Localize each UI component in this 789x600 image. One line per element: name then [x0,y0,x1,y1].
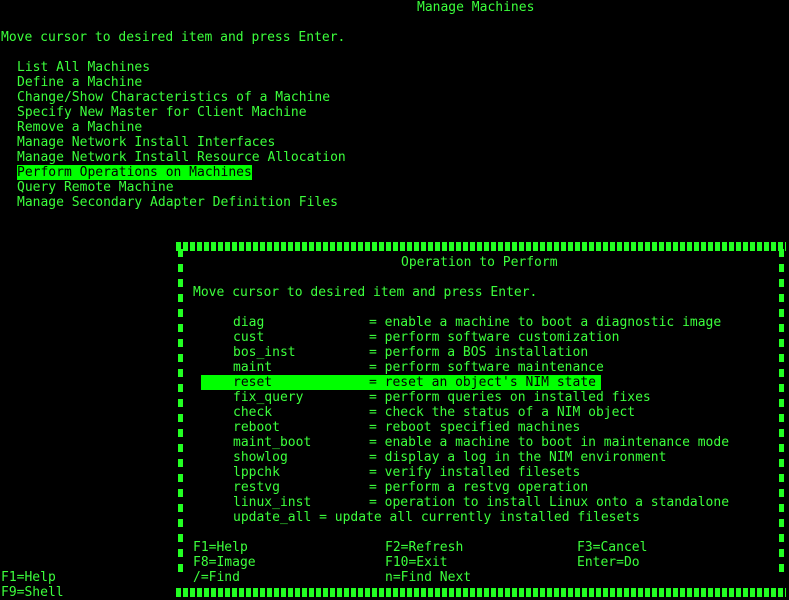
op-desc-diag[interactable]: = enable a machine to boot a diagnostic … [369,315,721,330]
op-name-maint-boot[interactable]: maint_boot [233,435,311,450]
popup-key-refresh[interactable]: F2=Refresh [385,540,463,555]
popup-key-find-next[interactable]: n=Find Next [385,570,471,585]
instruction-text: Move cursor to desired item and press En… [1,30,346,45]
op-name-check[interactable]: check [233,405,272,420]
op-name-fix-query[interactable]: fix_query [233,390,303,405]
menu-item-manage-secondary-adapter[interactable]: Manage Secondary Adapter Definition File… [17,195,338,210]
function-key-help[interactable]: F1=Help [1,570,56,585]
popup-key-help[interactable]: F1=Help [193,540,248,555]
op-name-bos-inst[interactable]: bos_inst [233,345,296,360]
op-desc-check[interactable]: = check the status of a NIM object [369,405,635,420]
popup-border-bottom [176,588,786,597]
op-desc-fix-query[interactable]: = perform queries on installed fixes [369,390,651,405]
function-key-shell[interactable]: F9=Shell [1,585,64,600]
op-desc-maint[interactable]: = perform software maintenance [369,360,604,375]
popup-border-right [779,249,784,579]
menu-item-specify-new-master[interactable]: Specify New Master for Client Machine [17,105,307,120]
menu-item-change-show-characteristics[interactable]: Change/Show Characteristics of a Machine [17,90,330,105]
op-name-linux-inst[interactable]: linux_inst [233,495,311,510]
op-desc-restvg[interactable]: = perform a restvg operation [369,480,588,495]
op-desc-linux-inst[interactable]: = operation to install Linux onto a stan… [369,495,729,510]
popup-key-exit[interactable]: F10=Exit [385,555,448,570]
op-name-reboot[interactable]: reboot [233,420,280,435]
popup-instruction: Move cursor to desired item and press En… [193,285,538,300]
op-name-lppchk[interactable]: lppchk [233,465,280,480]
popup-key-enter-do[interactable]: Enter=Do [577,555,640,570]
menu-item-list-all-machines[interactable]: List All Machines [17,60,150,75]
op-name-diag[interactable]: diag [233,315,264,330]
popup-key-image[interactable]: F8=Image [193,555,256,570]
menu-item-manage-network-install-resource-allocation[interactable]: Manage Network Install Resource Allocati… [17,150,346,165]
op-desc-bos-inst[interactable]: = perform a BOS installation [369,345,588,360]
menu-item-manage-network-install-interfaces[interactable]: Manage Network Install Interfaces [17,135,275,150]
popup-key-find[interactable]: /=Find [193,570,240,585]
op-update-all[interactable]: update_all = update all currently instal… [233,510,640,525]
op-desc-maint-boot[interactable]: = enable a machine to boot in maintenanc… [369,435,729,450]
operation-popup: Operation to Perform Move cursor to desi… [176,240,789,599]
menu-item-define-machine[interactable]: Define a Machine [17,75,142,90]
op-desc-reset[interactable]: = reset an object's NIM state [369,375,596,390]
popup-border-left [178,249,183,579]
popup-key-cancel[interactable]: F3=Cancel [577,540,647,555]
op-desc-reboot[interactable]: = reboot specified machines [369,420,580,435]
op-desc-cust[interactable]: = perform software customization [369,330,619,345]
popup-title: Operation to Perform [401,255,558,270]
op-name-reset[interactable]: reset [233,375,272,390]
op-name-showlog[interactable]: showlog [233,450,288,465]
menu-item-query-remote-machine[interactable]: Query Remote Machine [17,180,174,195]
op-desc-showlog[interactable]: = display a log in the NIM environment [369,450,666,465]
op-name-restvg[interactable]: restvg [233,480,280,495]
popup-border-top [176,242,786,251]
op-name-maint[interactable]: maint [233,360,272,375]
op-name-cust[interactable]: cust [233,330,264,345]
menu-item-remove-machine[interactable]: Remove a Machine [17,120,142,135]
menu-item-perform-operations[interactable]: Perform Operations on Machines [17,165,252,180]
page-title: Manage Machines [417,0,535,15]
op-desc-lppchk[interactable]: = verify installed filesets [369,465,580,480]
